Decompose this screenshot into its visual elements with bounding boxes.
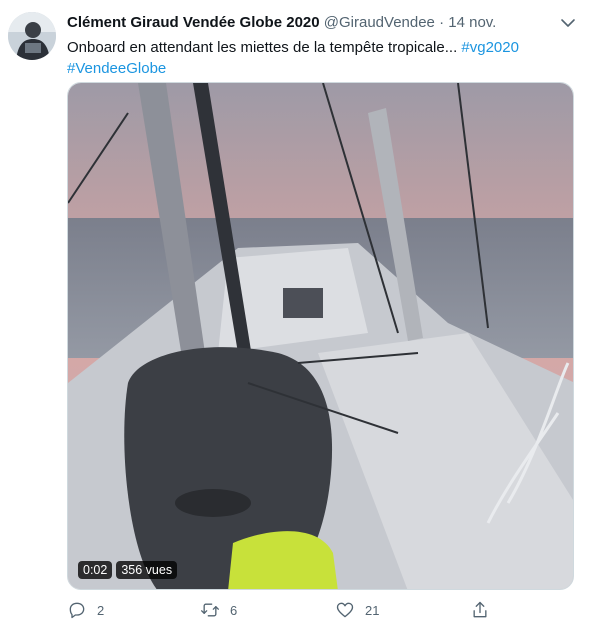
share-icon [473,601,487,618]
retweet-button[interactable]: 6 [200,596,237,624]
retweet-count: 6 [230,602,238,618]
share-button[interactable] [470,596,500,624]
reply-icon [69,602,85,619]
hashtag-vendeeglobe[interactable]: #VendeeGlobe [67,60,166,77]
video-player[interactable]: 0:02 356 vues [67,82,574,590]
avatar[interactable] [8,12,56,60]
video-frame-image [68,83,573,589]
tweet-text: Onboard en attendant les miettes de la t… [67,37,567,79]
tweet-header: Clément Giraud Vendée Globe 2020 @Giraud… [67,14,551,32]
reply-button[interactable]: 2 [67,596,104,624]
hashtag-vg2020[interactable]: #vg2020 [461,39,519,56]
more-options-caret-icon[interactable] [557,12,579,34]
retweet-icon [201,603,219,617]
heart-icon [336,602,354,618]
tweet-timestamp[interactable]: 14 nov. [448,14,496,31]
video-badge: 0:02 356 vues [78,561,178,579]
tweet: Clément Giraud Vendée Globe 2020 @Giraud… [0,0,591,632]
video-views: 356 vues [116,561,178,579]
like-count: 21 [365,602,380,618]
author-handle[interactable]: @GiraudVendee [324,14,435,31]
tweet-actions: 2 6 21 [67,596,527,624]
like-button[interactable]: 21 [335,596,379,624]
avatar-image [8,12,56,60]
author-name[interactable]: Clément Giraud Vendée Globe 2020 [67,14,320,31]
reply-count: 2 [97,602,105,618]
video-duration: 0:02 [78,561,113,579]
header-separator: · [439,14,445,31]
tweet-text-main: Onboard en attendant les miettes de la t… [67,39,462,56]
